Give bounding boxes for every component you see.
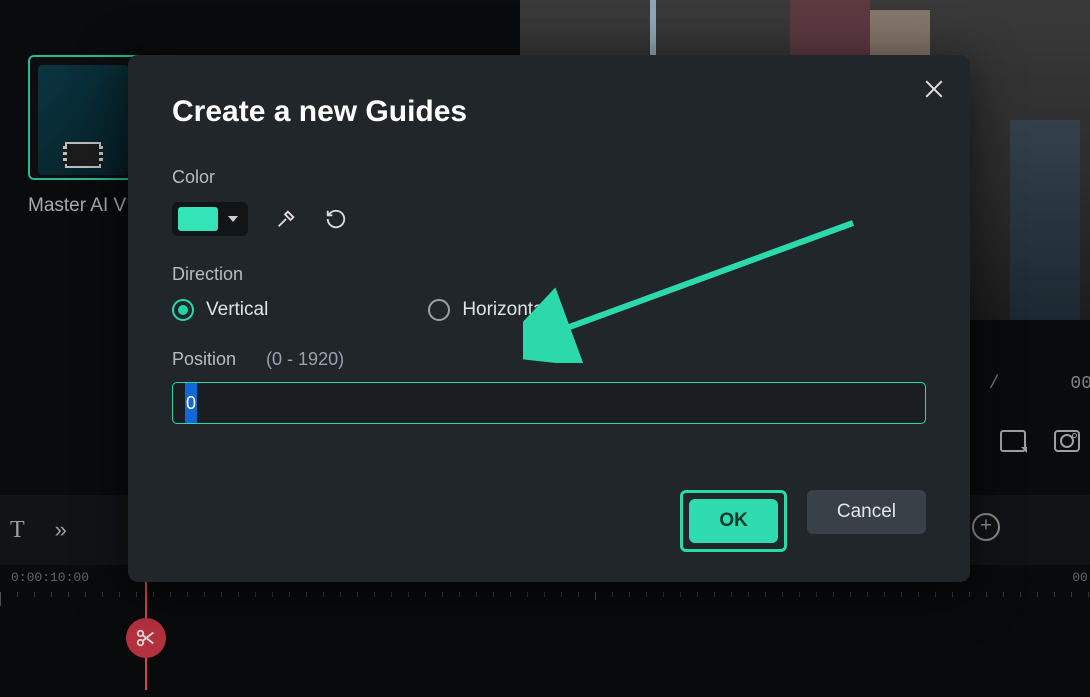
radio-horizontal[interactable]: Horizontal (428, 299, 548, 321)
ok-button-highlight: OK (680, 490, 787, 552)
position-label: Position (172, 349, 236, 370)
radio-dot-icon (172, 299, 194, 321)
dialog-title: Create a new Guides (172, 95, 926, 129)
radio-vertical[interactable]: Vertical (172, 299, 268, 321)
color-swatch (178, 207, 218, 231)
app-root: 2:24 / 00 Master AI V T » 0:00:10:0000:0… (0, 0, 1090, 697)
radio-horizontal-label: Horizontal (462, 299, 548, 321)
color-label: Color (172, 167, 926, 188)
eyedropper-button[interactable] (274, 207, 298, 231)
radio-vertical-label: Vertical (206, 299, 268, 321)
ok-button[interactable]: OK (689, 499, 778, 543)
close-button[interactable] (922, 77, 946, 101)
chevron-down-icon (228, 216, 238, 222)
position-input[interactable] (172, 382, 926, 424)
cancel-button[interactable]: Cancel (807, 490, 926, 534)
color-picker-combo[interactable] (172, 202, 248, 236)
radio-dot-icon (428, 299, 450, 321)
reset-color-button[interactable] (324, 207, 348, 231)
direction-label: Direction (172, 264, 926, 285)
position-range-hint: (0 - 1920) (266, 349, 344, 370)
create-guides-dialog: Create a new Guides Color Direction Vert… (128, 55, 970, 582)
